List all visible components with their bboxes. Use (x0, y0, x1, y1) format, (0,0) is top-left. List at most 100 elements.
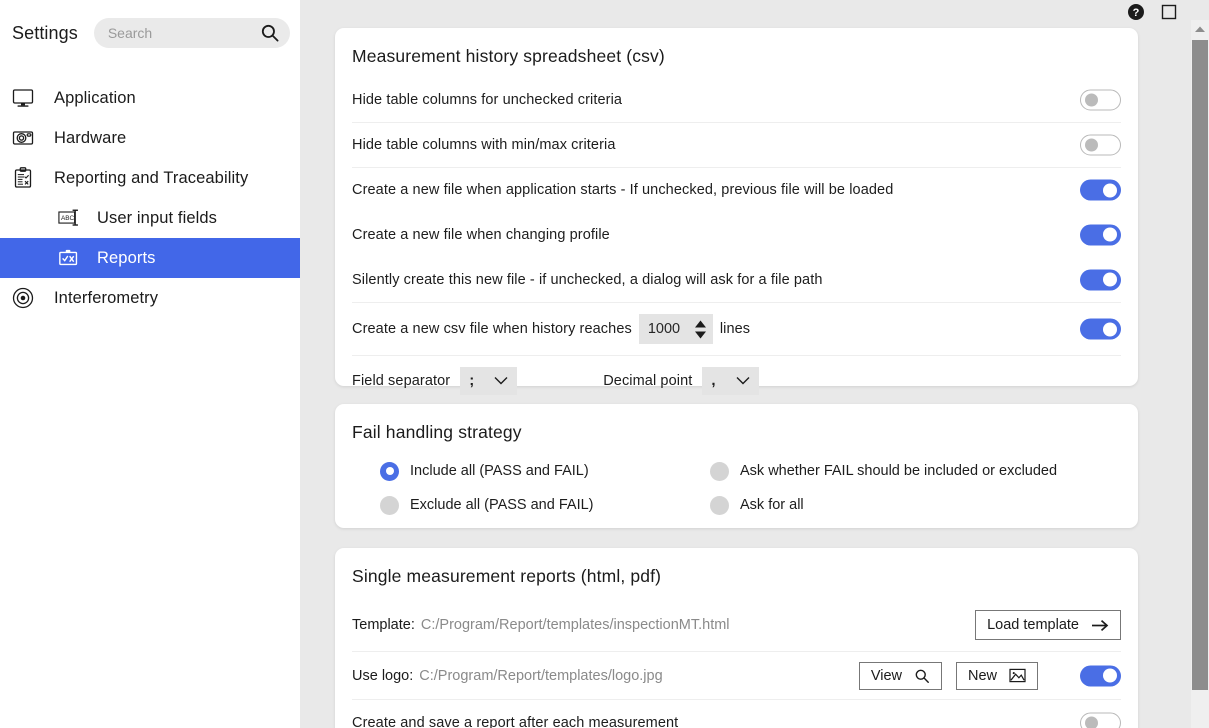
search-input[interactable] (107, 25, 258, 41)
panel-title: Fail handling strategy (352, 422, 522, 442)
image-icon (1009, 668, 1026, 683)
logo-path: C:/Program/Report/templates/logo.jpg (419, 667, 663, 684)
toggle-use-logo[interactable] (1080, 665, 1121, 686)
table-row-history-limit[interactable]: Create a new csv file when history reach… (352, 302, 1121, 355)
clipboard-check-icon (10, 165, 36, 191)
table-row-template: Template: C:/Program/Report/templates/in… (352, 599, 1121, 651)
sidebar-item-reports[interactable]: Reports (0, 238, 300, 278)
sidebar-item-label: Interferometry (54, 288, 159, 307)
table-row[interactable]: Silently create this new file - if unche… (352, 257, 1121, 302)
radio-ask-for-all[interactable]: Ask for all (710, 491, 1138, 519)
row-label: Create a new file when application start… (352, 182, 894, 198)
sidebar-item-application[interactable]: Application (0, 78, 300, 118)
radio-label: Exclude all (PASS and FAIL) (410, 497, 594, 513)
arrow-right-icon (1092, 619, 1109, 631)
stepper-arrows[interactable] (694, 320, 707, 339)
radio-indicator[interactable] (710, 461, 729, 481)
search-box[interactable] (93, 18, 290, 48)
row-label: Create a new file when changing profile (352, 226, 610, 243)
toggle-new-csv-on-history-limit[interactable] (1080, 318, 1121, 340)
chevron-down-icon (494, 377, 508, 385)
sidebar-item-reporting-and-traceability[interactable]: Reporting and Traceability (0, 158, 300, 198)
view-button-label: View (870, 667, 902, 684)
sidebar-item-interferometry[interactable]: Interferometry (0, 278, 300, 318)
monitor-icon (10, 85, 36, 111)
load-template-label: Load template (987, 617, 1079, 633)
sidebar-item-label: Hardware (54, 128, 127, 147)
settings-scroll-region: Measurement history spreadsheet (csv) Hi… (300, 0, 1187, 728)
table-row-logo: Use logo: C:/Program/Report/templates/lo… (352, 651, 1121, 699)
sidebar-item-label: Reports (97, 248, 156, 267)
chevron-up-icon (1195, 26, 1205, 32)
toggle-new-file-on-start[interactable] (1080, 179, 1121, 201)
sidebar-header: Settings (0, 0, 300, 66)
table-row-separators: Field separator ; Decimal point , (352, 355, 1121, 405)
new-logo-button[interactable]: New (955, 661, 1038, 690)
toggle-silently-create-file[interactable] (1080, 269, 1121, 290)
content-area: ? Measurement history spreadsheet (csv) … (300, 0, 1209, 728)
toggle-hide-unchecked-criteria[interactable] (1080, 89, 1121, 110)
search-icon (915, 669, 929, 683)
search-icon[interactable] (260, 23, 280, 48)
decimal-point-select[interactable]: , (702, 366, 760, 395)
chevron-down-icon (736, 377, 750, 385)
settings-window: Settings Search Application Hardware Rep… (0, 0, 1209, 728)
sidebar: Settings Search Application Hardware Rep… (0, 0, 300, 728)
row-label: Hide table columns with min/max criteria (352, 137, 616, 153)
scroll-up-button[interactable] (1191, 20, 1209, 38)
report-check-icon (58, 247, 82, 269)
toggle-new-file-on-profile-change[interactable] (1080, 224, 1121, 245)
sidebar-item-label: Reporting and Traceability (54, 168, 249, 187)
window-controls: ? (1127, 3, 1177, 26)
row-label: Silently create this new file - if unche… (352, 271, 823, 288)
stepper-down-icon (694, 331, 706, 338)
radio-label: Include all (PASS and FAIL) (410, 463, 589, 479)
table-row[interactable]: Create a new file when application start… (352, 167, 1121, 212)
help-icon[interactable]: ? (1127, 3, 1145, 26)
field-separator-value: ; (469, 372, 475, 389)
radio-ask-whether-fail[interactable]: Ask whether FAIL should be included or e… (710, 457, 1138, 485)
template-label: Template: (352, 617, 415, 633)
panel-title: Single measurement reports (html, pdf) (352, 566, 662, 586)
row-label: Create and save a report after each meas… (352, 714, 679, 728)
history-limit-label-after: lines (719, 321, 751, 337)
table-row[interactable]: Hide table columns with min/max criteria (352, 122, 1121, 167)
toggle-autosave-report[interactable] (1080, 712, 1121, 728)
camera-icon (10, 125, 36, 151)
panel-title: Measurement history spreadsheet (csv) (352, 46, 665, 66)
panel-fail-handling-strategy: Fail handling strategy Include all (PASS… (335, 404, 1138, 528)
maximize-icon[interactable] (1161, 4, 1177, 25)
radio-indicator[interactable] (710, 495, 729, 515)
table-row[interactable]: Create a new file when changing profile (352, 212, 1121, 257)
sidebar-item-hardware[interactable]: Hardware (0, 118, 300, 158)
radio-indicator[interactable] (380, 495, 399, 515)
table-row-autosave-report[interactable]: Create and save a report after each meas… (352, 699, 1121, 728)
radio-include-all[interactable]: Include all (PASS and FAIL) (380, 457, 710, 485)
toggle-hide-minmax-criteria[interactable] (1080, 134, 1121, 156)
text-field-icon: ABC (58, 207, 82, 229)
history-limit-stepper[interactable]: 1000 (638, 314, 713, 344)
svg-text:?: ? (1133, 7, 1140, 19)
table-row[interactable]: Hide table columns for unchecked criteri… (352, 77, 1121, 122)
load-template-button[interactable]: Load template (975, 610, 1121, 640)
decimal-point-label: Decimal point (603, 372, 693, 389)
sidebar-item-label: Application (54, 88, 136, 107)
field-separator-label: Field separator (352, 372, 451, 389)
radio-exclude-all[interactable]: Exclude all (PASS and FAIL) (380, 491, 710, 519)
radio-indicator[interactable] (380, 461, 399, 481)
vertical-scrollbar[interactable] (1191, 20, 1209, 728)
decimal-point-value: , (711, 372, 716, 389)
radio-label: Ask for all (740, 497, 804, 513)
logo-label: Use logo: (352, 667, 414, 684)
new-button-label: New (967, 667, 997, 684)
stepper-up-icon (694, 320, 706, 327)
row-label: Hide table columns for unchecked criteri… (352, 91, 623, 108)
target-icon (10, 285, 36, 311)
svg-text:ABC: ABC (61, 215, 75, 222)
sidebar-item-user-input-fields[interactable]: ABC User input fields (0, 198, 300, 238)
field-separator-select[interactable]: ; (460, 366, 518, 395)
view-logo-button[interactable]: View (858, 661, 942, 690)
scrollbar-thumb[interactable] (1192, 40, 1208, 690)
history-limit-label-before: Create a new csv file when history reach… (352, 321, 632, 337)
panel-measurement-history-csv: Measurement history spreadsheet (csv) Hi… (335, 28, 1138, 395)
